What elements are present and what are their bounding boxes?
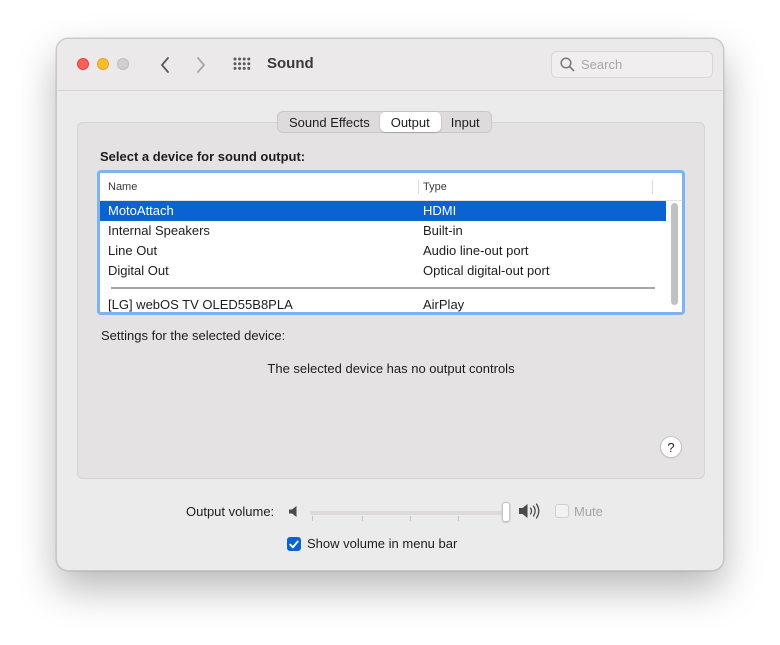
speaker-high-icon [519, 503, 540, 519]
device-name: MotoAttach [108, 203, 174, 218]
show-volume-in-menu-bar-checkbox[interactable] [287, 537, 301, 551]
slider-tick [362, 516, 363, 521]
device-type: Optical digital-out port [423, 263, 550, 278]
no-output-controls-message: The selected device has no output contro… [267, 361, 515, 376]
slider-tick [410, 516, 411, 521]
device-type: Audio line-out port [423, 243, 529, 258]
window-title: Sound [267, 55, 314, 72]
search-field[interactable] [551, 51, 713, 78]
output-volume-slider[interactable] [310, 502, 510, 522]
sound-preferences-window: Sound Sound Effects Output Input Select … [56, 38, 724, 571]
checkmark-icon [289, 540, 299, 548]
tab-sound-effects[interactable]: Sound Effects [279, 112, 380, 132]
chevron-right-icon [197, 57, 205, 73]
table-header: Name Type [100, 173, 682, 201]
show-all-preferences-button[interactable] [232, 55, 252, 75]
close-window-button[interactable] [77, 58, 89, 70]
zoom-window-button[interactable] [117, 58, 129, 70]
slider-tick [312, 516, 313, 521]
table-row[interactable]: Line Out Audio line-out port [100, 241, 666, 261]
column-separator [652, 180, 653, 194]
mute-checkbox[interactable] [555, 504, 569, 518]
minimize-window-button[interactable] [97, 58, 109, 70]
table-row[interactable]: MotoAttach HDMI [100, 201, 666, 221]
search-icon [560, 57, 575, 72]
device-type: HDMI [423, 203, 457, 218]
forward-button[interactable] [190, 53, 212, 77]
column-separator [418, 180, 419, 194]
grid-icon [233, 57, 251, 70]
help-button[interactable]: ? [660, 436, 682, 458]
device-name: Internal Speakers [108, 223, 210, 238]
back-button[interactable] [154, 53, 176, 77]
tab-bar: Sound Effects Output Input [277, 111, 492, 133]
table-row[interactable]: Digital Out Optical digital-out port [100, 261, 666, 281]
device-name: Digital Out [108, 263, 169, 278]
table-scrollbar[interactable] [671, 203, 678, 305]
device-name: [LG] webOS TV OLED55B8PLA [108, 297, 293, 312]
chevron-left-icon [161, 57, 169, 73]
column-header-name[interactable]: Name [108, 181, 137, 193]
speaker-low-icon [289, 506, 297, 517]
column-header-type[interactable]: Type [423, 181, 447, 193]
search-input[interactable] [581, 57, 701, 72]
mute-label: Mute [574, 504, 603, 519]
tab-input[interactable]: Input [441, 112, 490, 132]
tab-output[interactable]: Output [379, 112, 441, 132]
title-bar: Sound [57, 39, 723, 91]
device-type: AirPlay [423, 297, 465, 312]
slider-track [310, 511, 510, 515]
device-type: Built-in [423, 223, 463, 238]
show-volume-in-menu-bar-label: Show volume in menu bar [307, 536, 458, 551]
device-settings-label: Settings for the selected device: [101, 328, 286, 343]
device-group-divider [111, 287, 655, 289]
slider-tick [458, 516, 459, 521]
output-volume-label: Output volume: [186, 504, 275, 519]
slider-knob[interactable] [502, 502, 510, 522]
table-row[interactable]: [LG] webOS TV OLED55B8PLA AirPlay [100, 295, 666, 312]
output-device-table[interactable]: Name Type MotoAttach HDMI Internal Speak… [97, 170, 685, 315]
device-name: Line Out [108, 243, 158, 258]
output-section-title: Select a device for sound output: [100, 149, 306, 164]
table-row[interactable]: Internal Speakers Built-in [100, 221, 666, 241]
